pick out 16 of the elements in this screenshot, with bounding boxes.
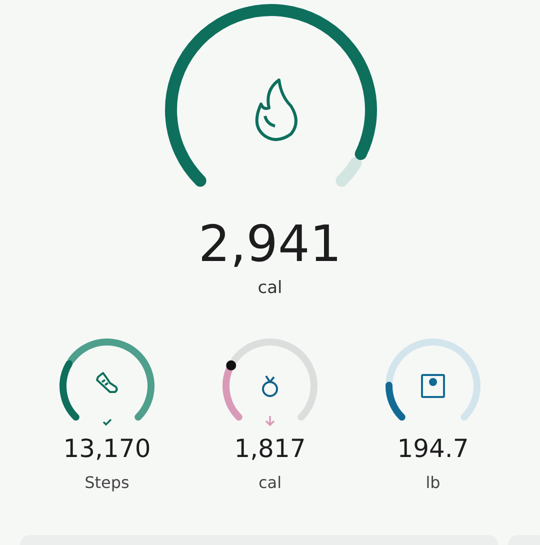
calories-unit: cal	[258, 278, 282, 298]
gauge-fill	[60, 360, 80, 421]
scale-icon	[421, 374, 445, 398]
metric-value: 194.7	[397, 434, 469, 463]
gauge-marker	[226, 360, 236, 370]
metric-unit: cal	[258, 473, 282, 492]
metric-unit: lb	[426, 473, 440, 492]
shoe-icon	[96, 372, 118, 393]
calories-value: 2,941	[198, 214, 342, 274]
gauge-track	[336, 157, 362, 187]
gauge-fill	[386, 382, 406, 421]
metric-unit: Steps	[84, 473, 130, 492]
apple-icon	[262, 375, 278, 397]
flame-icon	[255, 78, 298, 142]
metric-value: 13,170	[63, 434, 151, 463]
metric-value: 1,817	[234, 434, 306, 463]
